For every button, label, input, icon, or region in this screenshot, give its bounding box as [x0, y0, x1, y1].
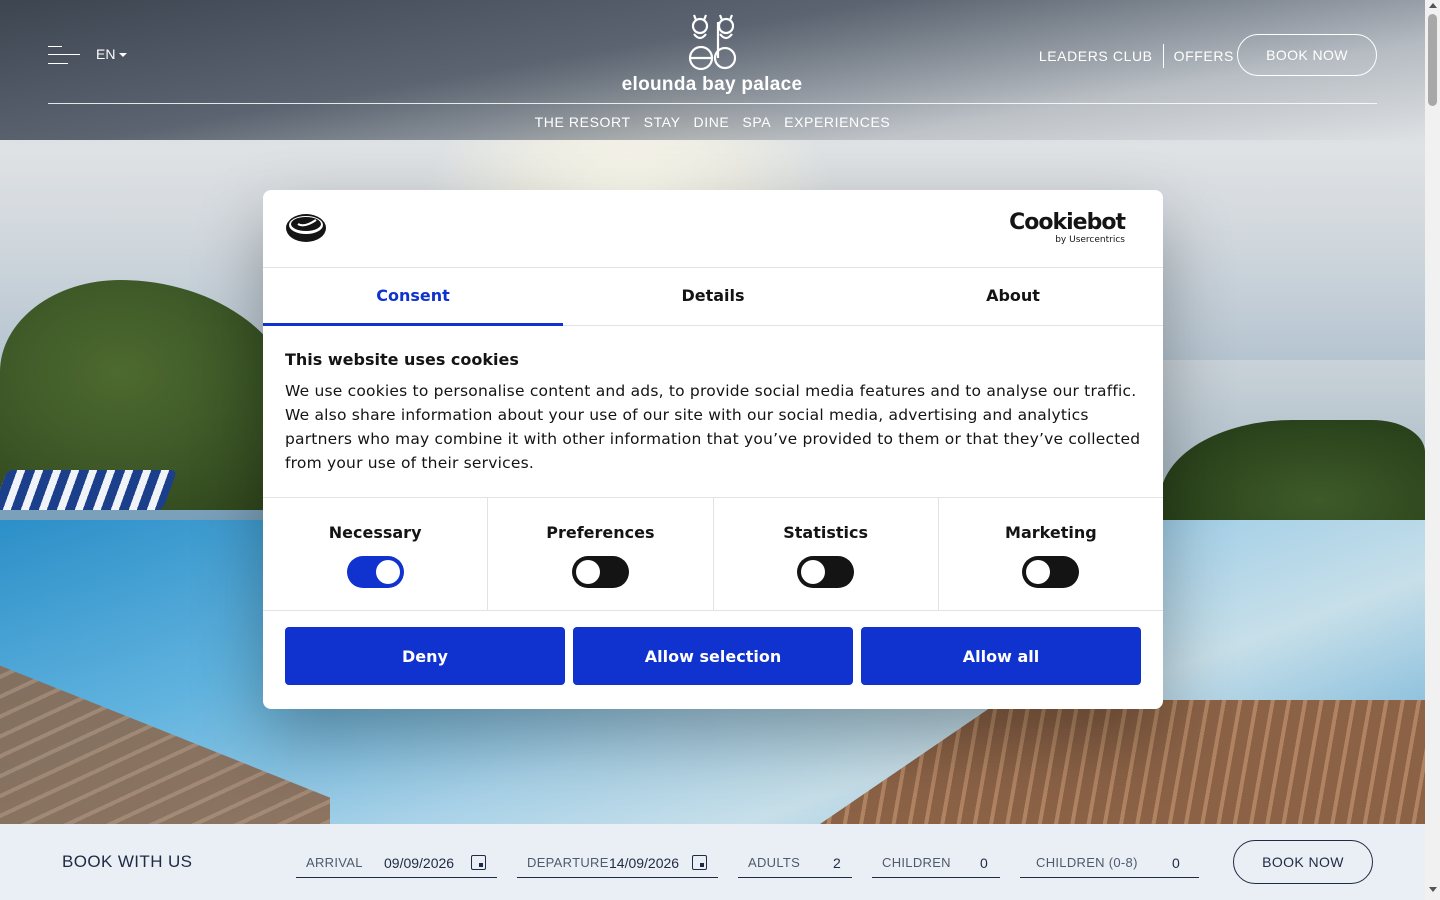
- toggle-knob: [801, 560, 826, 584]
- scroll-thumb[interactable]: [1428, 14, 1437, 106]
- nav-the-resort[interactable]: THE RESORT: [535, 114, 631, 130]
- booking-title: BOOK WITH US: [62, 852, 193, 871]
- departure-field[interactable]: DEPARTURE 14/09/2026: [517, 848, 718, 878]
- offers-link[interactable]: OFFERS: [1174, 48, 1234, 64]
- cookie-tabs: Consent Details About: [263, 268, 1163, 326]
- adults-field[interactable]: ADULTS 2: [738, 848, 852, 878]
- children-0-8-value: 0: [1172, 854, 1180, 871]
- toggle-knob: [575, 560, 600, 584]
- necessary-toggle[interactable]: [346, 556, 404, 588]
- toggle-knob: [375, 560, 400, 584]
- cookiebot-name: Cookiebot: [1009, 210, 1126, 235]
- tab-consent[interactable]: Consent: [263, 268, 563, 326]
- adults-value: 2: [833, 854, 841, 871]
- book-now-button[interactable]: BOOK NOW: [1237, 34, 1377, 76]
- arrival-field[interactable]: ARRIVAL 09/09/2026: [296, 848, 497, 878]
- marketing-toggle[interactable]: [1022, 556, 1080, 588]
- calendar-icon[interactable]: [471, 855, 486, 870]
- children-label: CHILDREN: [882, 855, 951, 870]
- top-links: LEADERS CLUB OFFERS: [1039, 44, 1234, 68]
- children-field[interactable]: CHILDREN 0: [872, 848, 1000, 878]
- language-label: EN: [96, 46, 116, 62]
- cookie-categories: Necessary Preferences Statistics Marketi…: [263, 498, 1163, 611]
- category-label: Preferences: [546, 523, 655, 542]
- logo[interactable]: elounda bay palace: [612, 12, 812, 96]
- cookie-body: This website uses cookies We use cookies…: [263, 326, 1163, 498]
- toggle-knob: [1026, 560, 1051, 584]
- scroll-down-icon[interactable]: [1429, 887, 1437, 892]
- departure-label: DEPARTURE: [527, 855, 609, 870]
- booking-book-now-button[interactable]: BOOK NOW: [1233, 840, 1373, 884]
- logo-text: elounda bay palace: [621, 74, 803, 95]
- cookie-icon: [286, 214, 326, 242]
- category-label: Statistics: [783, 523, 868, 542]
- category-preferences: Preferences: [488, 498, 714, 610]
- arrival-label: ARRIVAL: [306, 855, 363, 870]
- deny-button[interactable]: Deny: [285, 627, 565, 685]
- cookiebot-sub: by Usercentrics: [1055, 235, 1125, 245]
- hamburger-menu-icon[interactable]: [48, 44, 80, 66]
- nav-dine[interactable]: DINE: [694, 114, 730, 130]
- leaders-club-link[interactable]: LEADERS CLUB: [1039, 48, 1153, 64]
- allow-selection-button[interactable]: Allow selection: [573, 627, 853, 685]
- divider: [1162, 44, 1164, 68]
- cookie-text: We use cookies to personalise content an…: [285, 382, 1141, 472]
- logo-mark-icon: [688, 14, 737, 71]
- preferences-toggle[interactable]: [571, 556, 629, 588]
- category-marketing: Marketing: [939, 498, 1163, 610]
- nav-experiences[interactable]: EXPERIENCES: [784, 114, 890, 130]
- arrival-value: 09/09/2026: [384, 854, 455, 871]
- cookie-consent-dialog: Cookiebot by Usercentrics Consent Detail…: [263, 190, 1163, 709]
- scroll-up-icon[interactable]: [1429, 3, 1437, 8]
- scrollbar[interactable]: [1425, 0, 1440, 900]
- category-label: Necessary: [328, 523, 422, 542]
- main-nav: THE RESORT STAY DINE SPA EXPERIENCES: [0, 114, 1425, 130]
- nav-stay[interactable]: STAY: [644, 114, 681, 130]
- cookie-title: This website uses cookies: [285, 350, 519, 369]
- cookie-actions: Deny Allow selection Allow all: [263, 611, 1163, 685]
- nav-spa[interactable]: SPA: [742, 114, 771, 130]
- cookiebot-logo[interactable]: Cookiebot by Usercentrics: [1009, 210, 1126, 246]
- adults-label: ADULTS: [748, 855, 801, 870]
- category-necessary: Necessary: [263, 498, 489, 610]
- header-divider: [48, 103, 1377, 104]
- children-value: 0: [980, 854, 988, 871]
- category-statistics: Statistics: [714, 498, 939, 610]
- sun-lounger: [0, 470, 178, 510]
- children-0-8-field[interactable]: CHILDREN (0-8) 0: [1020, 848, 1199, 878]
- calendar-icon[interactable]: [692, 855, 707, 870]
- booking-bar: BOOK WITH US ARRIVAL 09/09/2026 DEPARTUR…: [0, 824, 1425, 900]
- children-0-8-label: CHILDREN (0-8): [1036, 855, 1138, 870]
- language-selector[interactable]: EN: [96, 46, 128, 62]
- chevron-down-icon: [119, 53, 128, 58]
- cookie-dialog-header: Cookiebot by Usercentrics: [263, 190, 1163, 268]
- statistics-toggle[interactable]: [797, 556, 855, 588]
- allow-all-button[interactable]: Allow all: [861, 627, 1141, 685]
- category-label: Marketing: [1005, 523, 1097, 542]
- tab-details[interactable]: Details: [563, 268, 863, 325]
- departure-value: 14/09/2026: [609, 854, 680, 871]
- tab-about[interactable]: About: [863, 268, 1163, 325]
